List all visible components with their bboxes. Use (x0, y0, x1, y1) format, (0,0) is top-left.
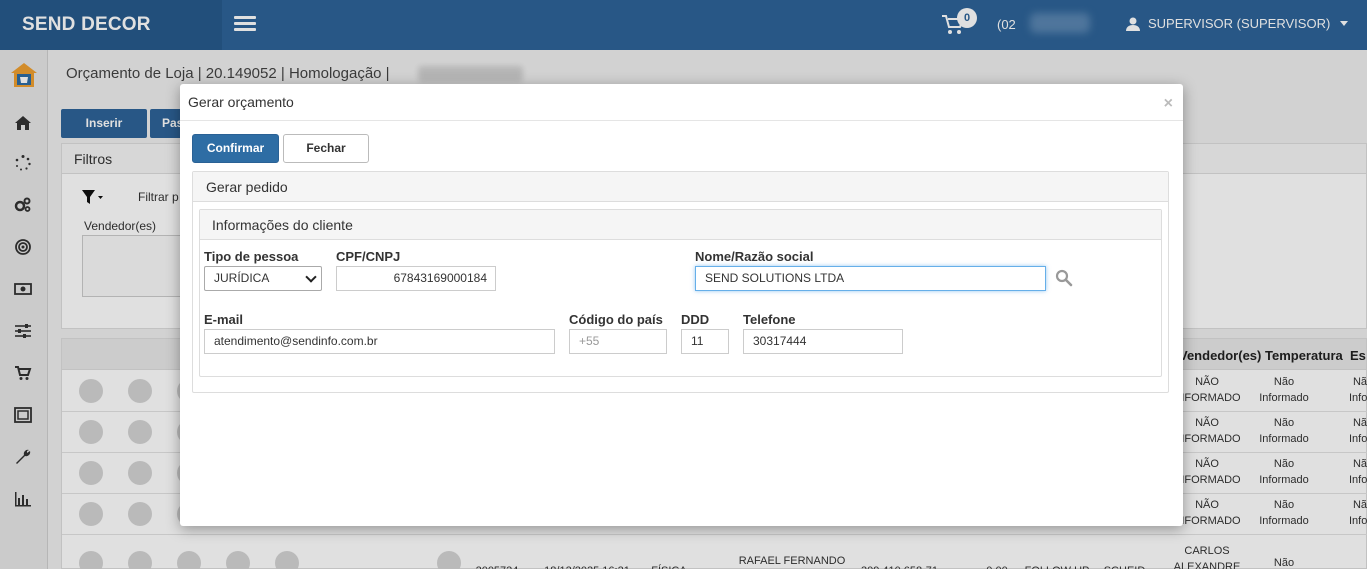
telefone-input[interactable]: 30317444 (743, 329, 903, 354)
telefone-label: Telefone (743, 312, 796, 327)
cpf-cnpj-label: CPF/CNPJ (336, 249, 401, 264)
tipo-pessoa-value: JURÍDICA (214, 271, 270, 285)
cpf-cnpj-input[interactable]: 67843169000184 (336, 266, 496, 291)
codigo-pais-input[interactable]: +55 (569, 329, 667, 354)
subsection-title: Informações do cliente (200, 210, 1161, 240)
close-button[interactable]: Fechar (283, 134, 369, 163)
nome-razao-input[interactable]: SEND SOLUTIONS LTDA (695, 266, 1046, 291)
nome-razao-label: Nome/Razão social (695, 249, 814, 264)
chevron-down-icon (305, 271, 317, 283)
ddd-label: DDD (681, 312, 710, 327)
section-title: Gerar pedido (193, 172, 1168, 202)
ddd-input[interactable]: 11 (681, 329, 729, 354)
email-label: E-mail (204, 312, 244, 327)
modal-divider (180, 120, 1183, 121)
tipo-pessoa-select[interactable]: JURÍDICA (204, 266, 322, 291)
confirm-button[interactable]: Confirmar (192, 134, 279, 163)
search-icon[interactable] (1055, 269, 1073, 287)
gerar-orcamento-modal: Gerar orçamento × Confirmar Fechar Gerar… (180, 84, 1183, 526)
close-icon[interactable]: × (1164, 95, 1173, 113)
email-input[interactable]: atendimento@sendinfo.com.br (204, 329, 555, 354)
codigo-pais-label: Código do país (569, 312, 663, 327)
modal-title: Gerar orçamento (188, 94, 294, 110)
tipo-pessoa-label: Tipo de pessoa (204, 249, 299, 264)
